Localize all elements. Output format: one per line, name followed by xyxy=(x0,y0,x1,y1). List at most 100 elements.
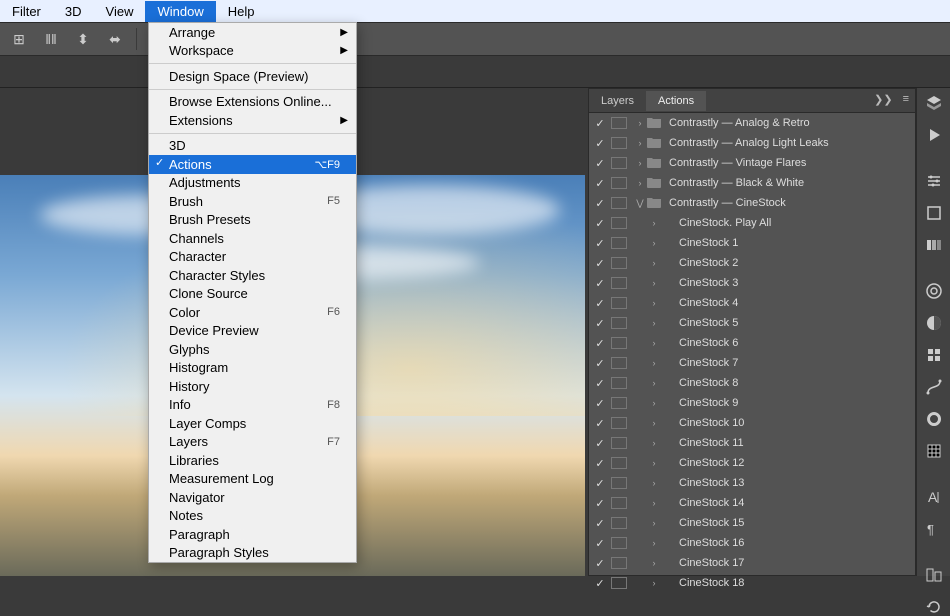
toggle-checkmark-icon[interactable]: ✓ xyxy=(589,237,611,250)
menuitem-design-space-preview-[interactable]: Design Space (Preview) xyxy=(149,67,356,86)
disclosure-icon[interactable]: › xyxy=(647,418,661,428)
action-set[interactable]: ✓›Contrastly — Black & White xyxy=(589,173,915,193)
history-icon[interactable] xyxy=(923,598,945,616)
swatches-icon[interactable] xyxy=(923,314,945,332)
color-icon[interactable] xyxy=(923,410,945,428)
toggle-checkmark-icon[interactable]: ✓ xyxy=(589,457,611,470)
channels-icon[interactable] xyxy=(923,236,945,254)
action-item[interactable]: ✓›CineStock. Play All xyxy=(589,213,915,233)
dialog-toggle[interactable] xyxy=(611,237,627,249)
paths-icon[interactable] xyxy=(923,378,945,396)
toggle-checkmark-icon[interactable]: ✓ xyxy=(589,317,611,330)
menuitem-layer-comps[interactable]: Layer Comps xyxy=(149,414,356,433)
action-item[interactable]: ✓›CineStock 13 xyxy=(589,473,915,493)
toggle-checkmark-icon[interactable]: ✓ xyxy=(589,217,611,230)
menuitem-extensions[interactable]: Extensions▶ xyxy=(149,111,356,130)
action-item[interactable]: ✓›CineStock 5 xyxy=(589,313,915,333)
tab-layers[interactable]: Layers xyxy=(589,91,646,111)
disclosure-icon[interactable]: › xyxy=(647,558,661,568)
menuitem-character[interactable]: Character xyxy=(149,248,356,267)
menuitem-info[interactable]: InfoF8 xyxy=(149,396,356,415)
toggle-checkmark-icon[interactable]: ✓ xyxy=(589,177,611,190)
disclosure-icon[interactable]: › xyxy=(647,518,661,528)
toggle-checkmark-icon[interactable]: ✓ xyxy=(589,557,611,570)
menuitem-brush-presets[interactable]: Brush Presets xyxy=(149,211,356,230)
action-item[interactable]: ✓›CineStock 15 xyxy=(589,513,915,533)
toggle-checkmark-icon[interactable]: ✓ xyxy=(589,377,611,390)
menuitem-navigator[interactable]: Navigator xyxy=(149,488,356,507)
menuitem-layers[interactable]: LayersF7 xyxy=(149,433,356,452)
opt-icon-4[interactable]: ⬌ xyxy=(104,28,126,50)
action-item[interactable]: ✓›CineStock 4 xyxy=(589,293,915,313)
disclosure-icon[interactable]: ⋁ xyxy=(633,198,647,209)
action-item[interactable]: ✓›CineStock 18 xyxy=(589,573,915,593)
disclosure-icon[interactable]: › xyxy=(647,438,661,448)
toggle-checkmark-icon[interactable]: ✓ xyxy=(589,577,611,590)
disclosure-icon[interactable]: › xyxy=(647,298,661,308)
styles-icon[interactable] xyxy=(923,204,945,222)
dialog-toggle[interactable] xyxy=(611,297,627,309)
dialog-toggle[interactable] xyxy=(611,357,627,369)
disclosure-icon[interactable]: › xyxy=(633,158,647,168)
disclosure-icon[interactable]: › xyxy=(647,278,661,288)
type-icon[interactable]: A xyxy=(923,488,945,506)
disclosure-icon[interactable]: › xyxy=(647,398,661,408)
menuitem-brush[interactable]: BrushF5 xyxy=(149,192,356,211)
action-item[interactable]: ✓›CineStock 2 xyxy=(589,253,915,273)
toggle-checkmark-icon[interactable]: ✓ xyxy=(589,137,611,150)
dialog-toggle[interactable] xyxy=(611,517,627,529)
opt-icon-3[interactable]: ⬍ xyxy=(72,28,94,50)
dialog-toggle[interactable] xyxy=(611,417,627,429)
disclosure-icon[interactable]: › xyxy=(647,338,661,348)
menu-window[interactable]: Window xyxy=(145,1,215,22)
toggle-checkmark-icon[interactable]: ✓ xyxy=(589,517,611,530)
dialog-toggle[interactable] xyxy=(611,277,627,289)
dialog-toggle[interactable] xyxy=(611,557,627,569)
action-item[interactable]: ✓›CineStock 3 xyxy=(589,273,915,293)
toggle-checkmark-icon[interactable]: ✓ xyxy=(589,297,611,310)
action-set[interactable]: ✓⋁Contrastly — CineStock xyxy=(589,193,915,213)
menuitem-glyphs[interactable]: Glyphs xyxy=(149,340,356,359)
action-item[interactable]: ✓›CineStock 12 xyxy=(589,453,915,473)
disclosure-icon[interactable]: › xyxy=(647,478,661,488)
toggle-checkmark-icon[interactable]: ✓ xyxy=(589,357,611,370)
toggle-checkmark-icon[interactable]: ✓ xyxy=(589,337,611,350)
action-item[interactable]: ✓›CineStock 8 xyxy=(589,373,915,393)
menuitem-clone-source[interactable]: Clone Source xyxy=(149,285,356,304)
menuitem-paragraph-styles[interactable]: Paragraph Styles xyxy=(149,544,356,563)
menuitem-histogram[interactable]: Histogram xyxy=(149,359,356,378)
menuitem-channels[interactable]: Channels xyxy=(149,229,356,248)
menuitem-measurement-log[interactable]: Measurement Log xyxy=(149,470,356,489)
disclosure-icon[interactable]: › xyxy=(647,218,661,228)
action-item[interactable]: ✓›CineStock 17 xyxy=(589,553,915,573)
toggle-checkmark-icon[interactable]: ✓ xyxy=(589,537,611,550)
disclosure-icon[interactable]: › xyxy=(633,178,647,188)
opt-icon-1[interactable]: ⊞ xyxy=(8,28,30,50)
disclosure-icon[interactable]: › xyxy=(633,138,647,148)
menu-filter[interactable]: Filter xyxy=(0,1,53,22)
action-item[interactable]: ✓›CineStock 6 xyxy=(589,333,915,353)
opt-icon-2[interactable]: ‖‖ xyxy=(40,28,62,50)
dialog-toggle[interactable] xyxy=(611,177,627,189)
menuitem-arrange[interactable]: Arrange▶ xyxy=(149,23,356,42)
toggle-checkmark-icon[interactable]: ✓ xyxy=(589,277,611,290)
disclosure-icon[interactable]: › xyxy=(647,538,661,548)
dialog-toggle[interactable] xyxy=(611,257,627,269)
play-icon[interactable] xyxy=(923,126,945,144)
panel-menu-icon[interactable]: ≡ xyxy=(903,93,909,106)
toggle-checkmark-icon[interactable]: ✓ xyxy=(589,417,611,430)
menu-help[interactable]: Help xyxy=(216,1,267,22)
toggle-checkmark-icon[interactable]: ✓ xyxy=(589,257,611,270)
disclosure-icon[interactable]: › xyxy=(647,498,661,508)
menuitem-history[interactable]: History xyxy=(149,377,356,396)
action-item[interactable]: ✓›CineStock 1 xyxy=(589,233,915,253)
menuitem-notes[interactable]: Notes xyxy=(149,507,356,526)
layers-icon[interactable] xyxy=(923,94,945,112)
action-item[interactable]: ✓›CineStock 16 xyxy=(589,533,915,553)
paragraph-icon[interactable]: ¶ xyxy=(923,520,945,538)
menuitem-paragraph[interactable]: Paragraph xyxy=(149,525,356,544)
dialog-toggle[interactable] xyxy=(611,377,627,389)
dialog-toggle[interactable] xyxy=(611,337,627,349)
dialog-toggle[interactable] xyxy=(611,577,627,589)
action-set[interactable]: ✓›Contrastly — Vintage Flares xyxy=(589,153,915,173)
